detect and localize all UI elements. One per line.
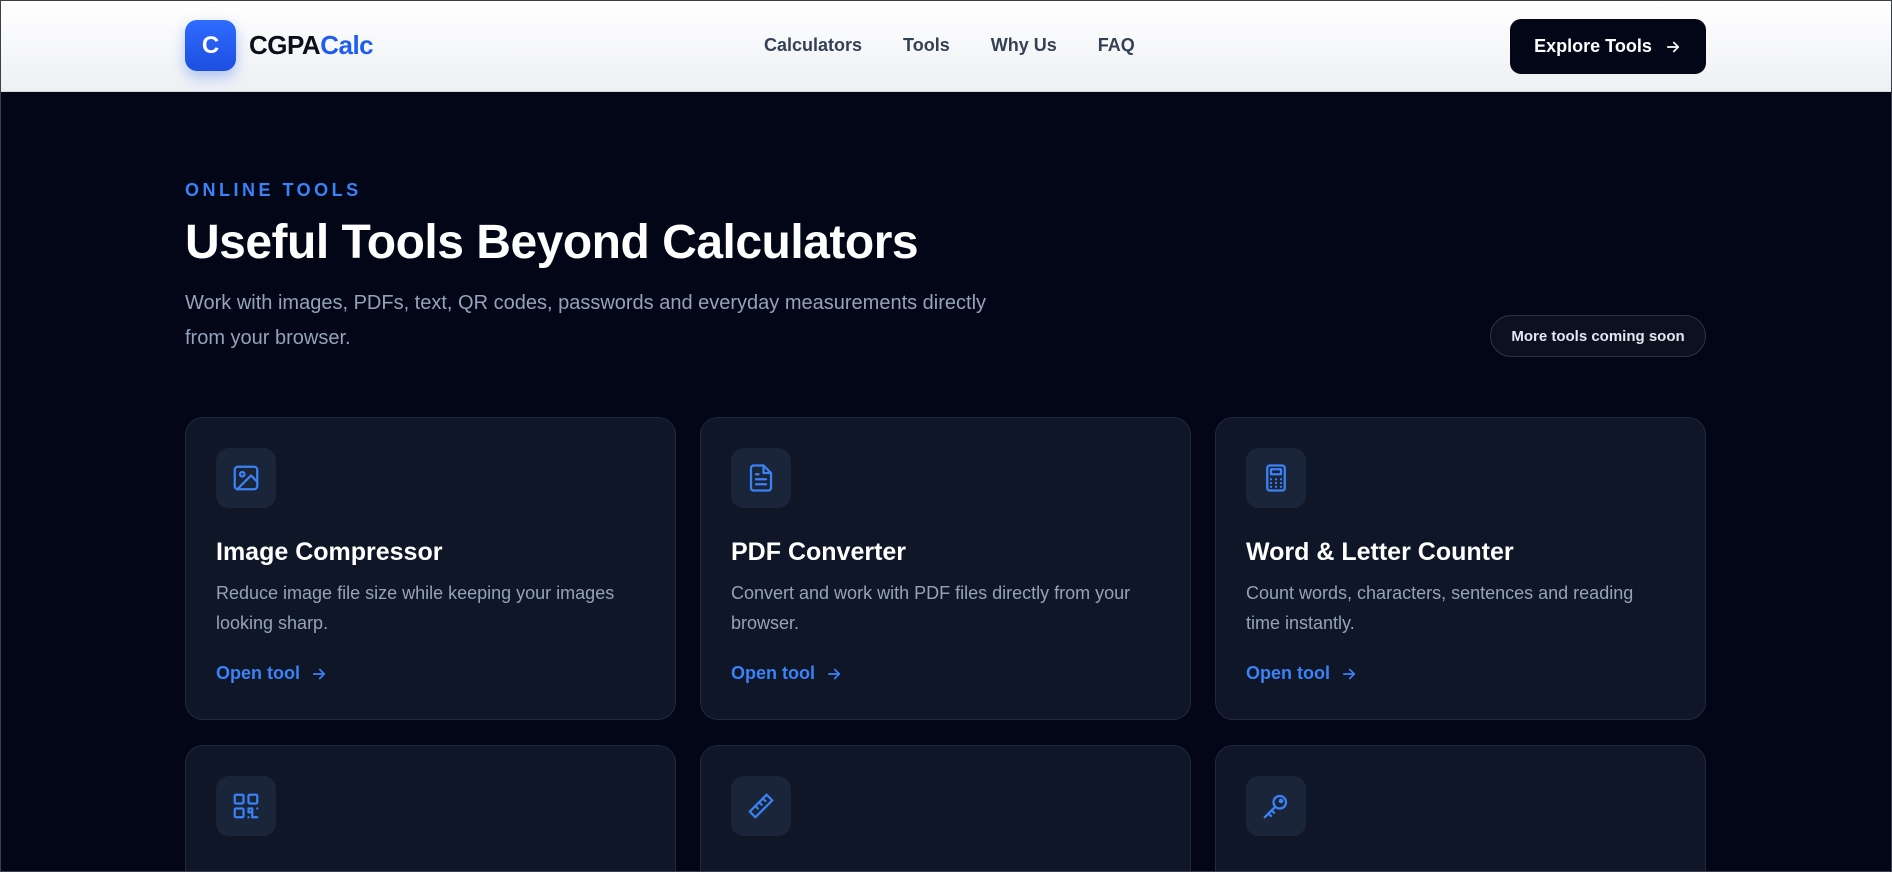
coming-soon-badge: More tools coming soon	[1490, 315, 1706, 357]
card-icon-box	[216, 448, 276, 508]
nav-link-tools[interactable]: Tools	[903, 35, 950, 56]
tool-card-pdf-converter[interactable]: PDF Converter Convert and work with PDF …	[700, 417, 1191, 720]
card-title: Word & Letter Counter	[1246, 538, 1514, 566]
tool-card-word-letter-counter[interactable]: Word & Letter Counter Count words, chara…	[1215, 417, 1706, 720]
page-title: Useful Tools Beyond Calculators	[185, 216, 919, 269]
logo-text-primary: CGPA	[249, 30, 321, 60]
page-subtitle: Work with images, PDFs, text, QR codes, …	[185, 292, 987, 349]
arrow-right-icon	[1342, 668, 1356, 679]
card-title: Image Compressor	[216, 538, 443, 566]
explore-tools-label: Explore Tools	[1534, 36, 1652, 56]
card-icon-box	[216, 776, 276, 836]
logo-badge: C	[185, 20, 236, 71]
nav-link-calculators[interactable]: Calculators	[764, 35, 862, 56]
explore-tools-button[interactable]: Explore Tools	[1510, 19, 1706, 74]
open-tool-link[interactable]: Open tool	[1246, 663, 1358, 684]
card-title: PDF Converter	[731, 538, 907, 566]
card-icon-box	[1246, 448, 1306, 508]
nav-link-faq[interactable]: FAQ	[1098, 35, 1135, 56]
open-tool-label: Open tool	[1246, 663, 1330, 683]
browser-viewport: C CGPACalc Calculators Tools Why Us FAQ …	[0, 0, 1892, 872]
card-description: Count words, characters, sentences and r…	[1246, 583, 1634, 633]
tool-card-qr-code[interactable]	[185, 745, 676, 871]
card-icon-box	[1246, 776, 1306, 836]
arrow-right-icon	[827, 668, 841, 679]
card-description: Reduce image file size while keeping you…	[216, 583, 615, 633]
tool-card-unit-converter[interactable]	[700, 745, 1191, 871]
tool-card-image-compressor[interactable]: Image Compressor Reduce image file size …	[185, 417, 676, 720]
section-eyebrow: ONLINE TOOLS	[185, 180, 362, 200]
arrow-right-icon	[312, 668, 326, 679]
logo[interactable]: C CGPACalc	[185, 20, 374, 71]
document-icon	[749, 464, 773, 492]
logo-text-accent: Calc	[320, 30, 374, 60]
site-header: C CGPACalc Calculators Tools Why Us FAQ …	[1, 1, 1891, 92]
image-icon	[233, 465, 259, 491]
open-tool-link[interactable]: Open tool	[731, 663, 843, 684]
logo-text: CGPACalc	[249, 30, 374, 61]
open-tool-link[interactable]: Open tool	[216, 663, 328, 684]
card-description: Convert and work with PDF files directly…	[731, 583, 1131, 633]
arrow-right-icon	[1666, 41, 1679, 52]
open-tool-label: Open tool	[731, 663, 815, 683]
open-tool-label: Open tool	[216, 663, 300, 683]
card-icon-box	[731, 448, 791, 508]
tool-card-password-generator[interactable]	[1215, 745, 1706, 871]
card-icon-box	[731, 776, 791, 836]
main-nav: Calculators Tools Why Us FAQ	[764, 35, 1135, 56]
ruler-icon	[748, 793, 774, 819]
calculator-icon	[1266, 464, 1286, 492]
qr-code-icon	[233, 793, 259, 819]
key-icon	[1263, 794, 1288, 819]
nav-link-why-us[interactable]: Why Us	[991, 35, 1057, 56]
